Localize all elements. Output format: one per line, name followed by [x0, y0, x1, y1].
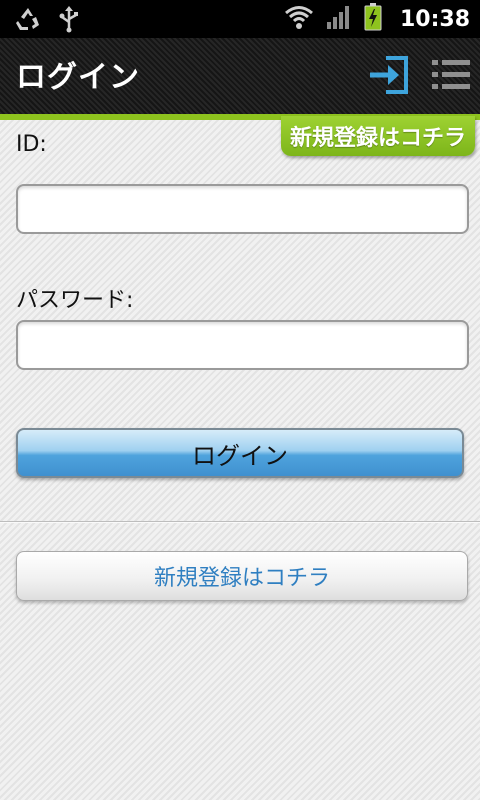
recycle-icon: [14, 5, 42, 37]
id-input[interactable]: [18, 186, 467, 232]
menu-list-icon[interactable]: [430, 54, 472, 96]
status-bar-notifications: [14, 5, 80, 37]
usb-icon: [58, 5, 80, 37]
register-button[interactable]: 新規登録はコチラ: [16, 551, 468, 601]
id-label: ID:: [16, 132, 47, 157]
status-bar: 10:38: [0, 0, 480, 38]
clock: 10:38: [399, 6, 470, 32]
login-icon[interactable]: [366, 52, 412, 98]
action-bar: ログイン: [0, 38, 480, 114]
register-tab-button[interactable]: 新規登録はコチラ: [281, 116, 475, 156]
password-input[interactable]: [18, 322, 467, 368]
login-button[interactable]: ログイン: [16, 428, 464, 478]
password-field-container: [16, 320, 469, 370]
battery-charging-icon: [364, 3, 382, 35]
status-bar-system: 10:38: [284, 3, 470, 35]
id-field-container: [16, 184, 469, 234]
password-label: パスワード:: [16, 288, 134, 313]
wifi-icon: [284, 4, 314, 34]
page-title: ログイン: [16, 60, 140, 95]
signal-icon: [326, 4, 352, 34]
section-divider: [0, 521, 480, 523]
